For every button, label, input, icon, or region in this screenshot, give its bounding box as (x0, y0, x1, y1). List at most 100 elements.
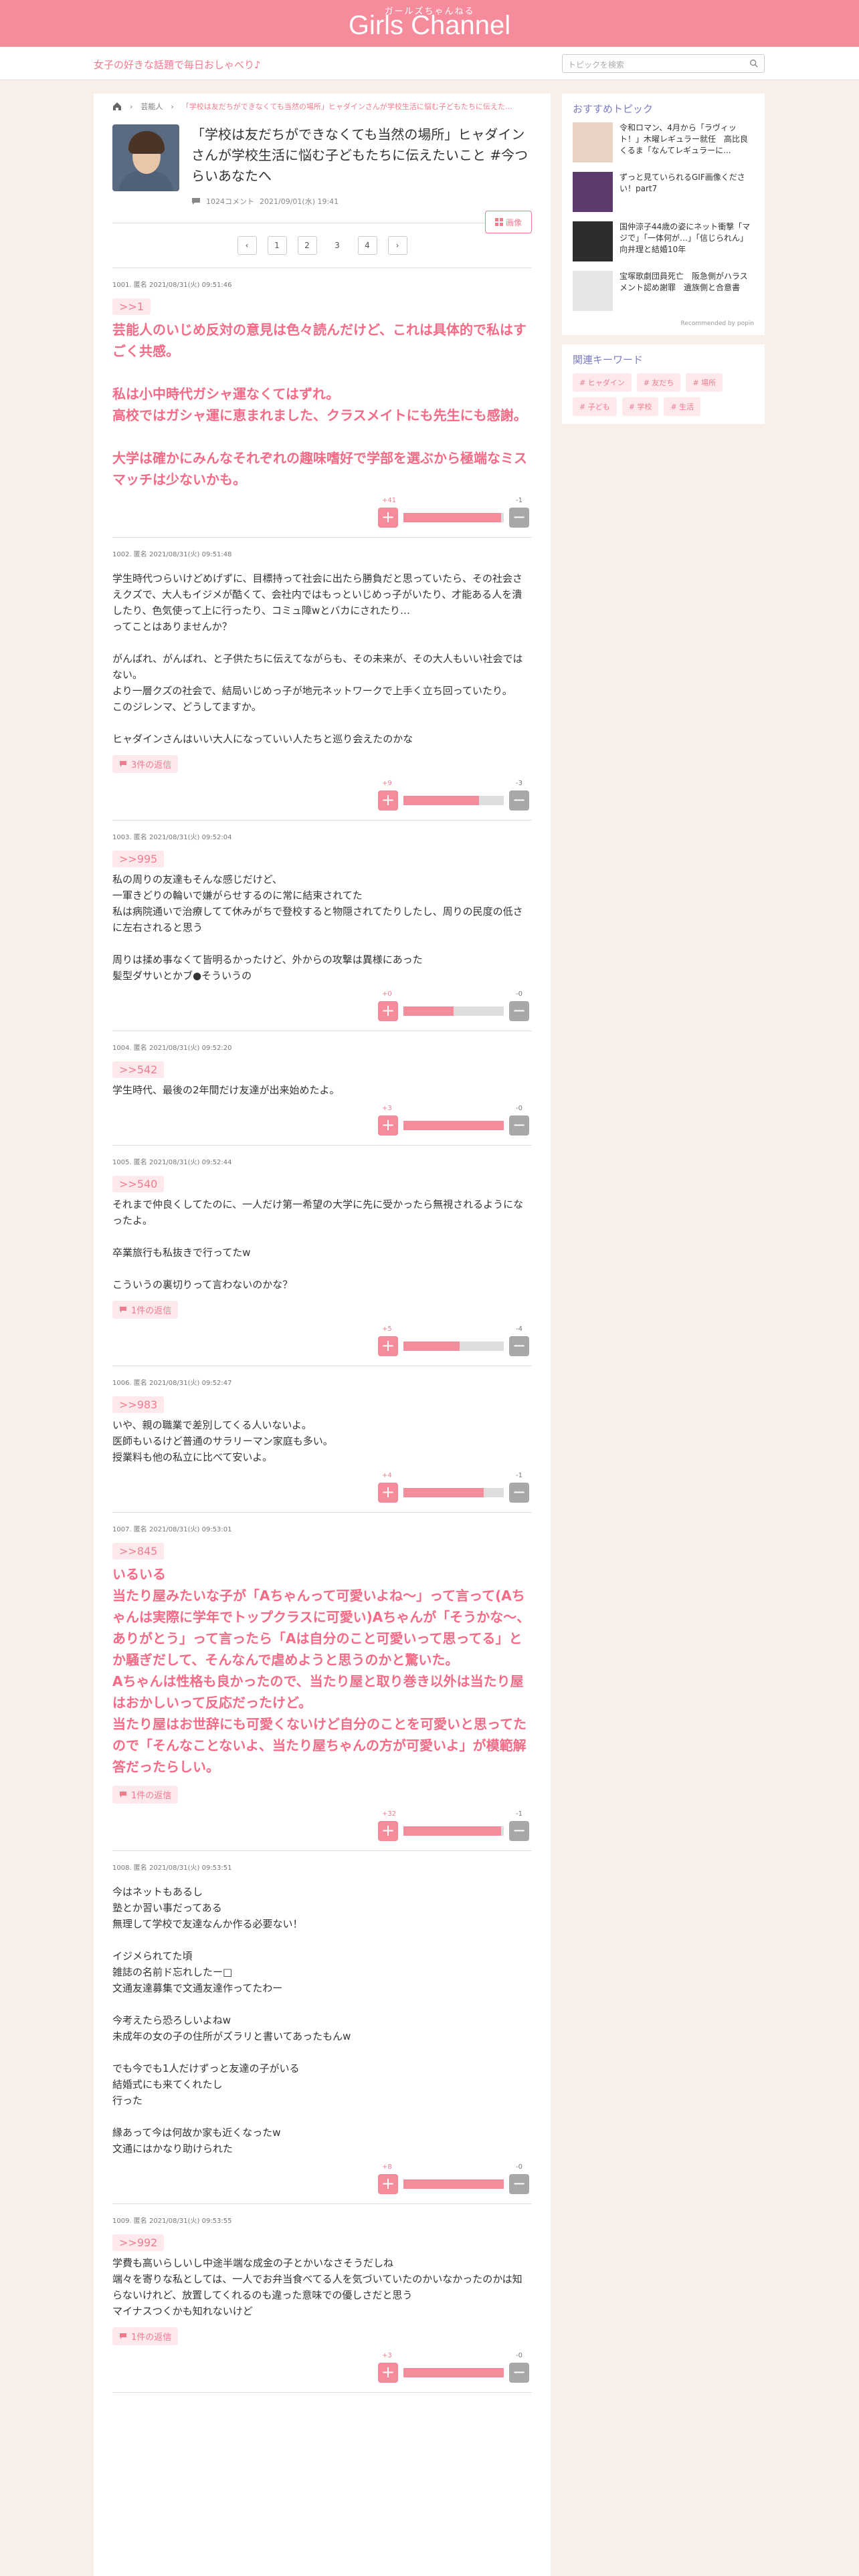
vote-area: +9 -3 + − (112, 780, 532, 811)
plus-button[interactable]: + (378, 790, 398, 811)
anchor-link[interactable]: >>542 (112, 1061, 165, 1078)
reply-button[interactable]: 1件の返信 (112, 2327, 179, 2345)
powered-by: Recommended by popin (573, 320, 755, 327)
minus-button[interactable]: − (509, 1336, 529, 1356)
recommend-text[interactable]: ずっと見ていられるGIF画像ください！part7 (619, 172, 754, 212)
vote-bar-fill (403, 796, 479, 805)
comment-text: 学生時代、最後の2年間だけ友達が出来始めたよ。 (112, 1084, 340, 1096)
minus-button[interactable]: − (509, 1821, 529, 1841)
plus-count: +3 (382, 2352, 392, 2359)
minus-count: -1 (516, 1810, 522, 1818)
tagline: 女子の好きな話題で毎日おしゃべり♪ (94, 59, 261, 71)
recommend-text[interactable]: 国仲涼子44歳の姿にネット衝撃「マジで」「一体何が…」「信じられん」向井理と結婚… (619, 221, 754, 261)
minus-button[interactable]: − (509, 2363, 529, 2383)
plus-button[interactable]: + (378, 1336, 398, 1356)
minus-count: -0 (516, 2163, 522, 2171)
sub-header: 女子の好きな話題で毎日おしゃべり♪ トピックを検索 (0, 47, 859, 80)
plus-button[interactable]: + (378, 2363, 398, 2383)
plus-button[interactable]: + (378, 1821, 398, 1841)
vote-bar (403, 1826, 504, 1836)
anchor-link[interactable]: >>1 (112, 298, 151, 315)
reply-button[interactable]: 3件の返信 (112, 755, 179, 773)
anchor-link[interactable]: >>540 (112, 1176, 165, 1192)
comment-text: 学生時代つらいけどめげずに、目標持って社会に出たら勝負だと思っていたら、その社会… (112, 572, 523, 745)
recommend-item[interactable]: ずっと見ていられるGIF画像ください！part7 (573, 172, 754, 212)
plus-count: +8 (382, 2163, 392, 2171)
keyword-tag[interactable]: # 生活 (664, 397, 701, 416)
keyword-tag[interactable]: # 場所 (686, 373, 723, 392)
minus-button[interactable]: − (509, 508, 529, 528)
minus-button[interactable]: − (509, 1001, 529, 1021)
comment-text: 私の周りの友達もそんな感じだけど、 一軍きどりの輪いで嫌がらせするのに常に結束さ… (112, 873, 523, 982)
site-header: ガールズちゃんねる Girls Channel (0, 0, 859, 47)
popin-logo[interactable]: popin (737, 320, 754, 327)
image-button[interactable]: 画像 (485, 211, 532, 233)
breadcrumb: › 芸能人 › 「学校は友だちができなくても当然の場所」ヒャダインさんが学校生活… (112, 94, 532, 119)
plus-count: +41 (382, 497, 397, 504)
plus-count: +9 (382, 780, 392, 787)
page-2[interactable]: 2 (297, 236, 317, 255)
comment-icon (120, 1792, 126, 1798)
comment-header: 1007. 匿名 2021/08/31(火) 09:53:01 (112, 1526, 232, 1533)
page-4[interactable]: 4 (357, 236, 377, 255)
plus-button[interactable]: + (378, 1115, 398, 1136)
minus-button[interactable]: − (509, 790, 529, 811)
home-icon[interactable] (112, 102, 122, 111)
vote-bar (403, 2368, 504, 2377)
comment: 1004. 匿名 2021/08/31(火) 09:52:20 >>542 学生時代… (112, 1031, 532, 1146)
comment-header: 1005. 匿名 2021/08/31(火) 09:52:44 (112, 1159, 232, 1166)
recommend-text[interactable]: 令和ロマン、4月から「ラヴィット！」木曜レギュラー就任 高比良くるま「なんてレギ… (619, 122, 754, 163)
minus-button[interactable]: − (509, 1115, 529, 1136)
site-logo[interactable]: Girls Channel (0, 11, 859, 41)
comment: 1009. 匿名 2021/08/31(火) 09:53:55 >>992 学費も高… (112, 2204, 532, 2393)
reply-button[interactable]: 1件の返信 (112, 1786, 179, 1804)
anchor-link[interactable]: >>992 (112, 2234, 165, 2251)
search-input[interactable]: トピックを検索 (562, 54, 765, 73)
vote-bar (403, 796, 504, 805)
comment-header: 1004. 匿名 2021/08/31(火) 09:52:20 (112, 1045, 232, 1052)
comment-header: 1002. 匿名 2021/08/31(火) 09:51:48 (112, 551, 232, 558)
anchor-link[interactable]: >>845 (112, 1543, 165, 1560)
vote-bar (403, 1488, 504, 1497)
comment: 1003. 匿名 2021/08/31(火) 09:52:04 >>995 私の周り… (112, 821, 532, 1031)
search-icon[interactable] (749, 59, 759, 68)
anchor-link[interactable]: >>983 (112, 1396, 165, 1413)
keyword-tag[interactable]: # ヒャダイン (573, 373, 632, 392)
plus-button[interactable]: + (378, 1483, 398, 1503)
keyword-tag[interactable]: # 友だち (636, 373, 681, 392)
plus-button[interactable]: + (378, 1001, 398, 1021)
topic-meta: 1024コメント 2021/09/01(水) 19:41 (191, 196, 532, 207)
page-3: 3 (335, 241, 340, 250)
recommend-text[interactable]: 宝塚歌劇団員死亡 阪急側がハラスメント認め謝罪 遺族側と合意書 (619, 271, 754, 311)
page-1[interactable]: 1 (267, 236, 287, 255)
recommend-title: おすすめトピック (573, 103, 654, 115)
recommend-item[interactable]: 国仲涼子44歳の姿にネット衝撃「マジで」「一体何が…」「信じられん」向井理と結婚… (573, 221, 754, 261)
vote-bar-fill (403, 1488, 484, 1497)
recommend-item[interactable]: 令和ロマン、4月から「ラヴィット！」木曜レギュラー就任 高比良くるま「なんてレギ… (573, 122, 754, 163)
main-content: › 芸能人 › 「学校は友だちができなくても当然の場所」ヒャダインさんが学校生活… (94, 94, 551, 2576)
minus-count: -0 (516, 2352, 522, 2359)
plus-button[interactable]: + (378, 508, 398, 528)
search-placeholder: トピックを検索 (568, 60, 625, 70)
vote-area: +5 -4 + − (112, 1325, 532, 1356)
comment: 1007. 匿名 2021/08/31(火) 09:53:01 >>845 いるいる… (112, 1513, 532, 1851)
powered-by-label: Recommended by (680, 320, 735, 327)
vote-bar (403, 1341, 504, 1351)
anchor-link[interactable]: >>995 (112, 851, 165, 867)
vote-bar-fill (403, 1826, 501, 1836)
minus-button[interactable]: − (509, 1483, 529, 1503)
keyword-tag[interactable]: # 子ども (573, 397, 617, 416)
plus-button[interactable]: + (378, 2174, 398, 2194)
minus-button[interactable]: − (509, 2174, 529, 2194)
minus-count: -0 (516, 1105, 522, 1112)
vote-bar (403, 2179, 504, 2189)
page-prev[interactable]: ‹ (237, 236, 257, 255)
reply-button[interactable]: 1件の返信 (112, 1301, 179, 1319)
breadcrumb-category[interactable]: 芸能人 (140, 101, 163, 112)
comment-icon (120, 761, 126, 767)
page-next[interactable]: › (387, 236, 407, 255)
vote-bar-fill (403, 513, 501, 522)
recommend-item[interactable]: 宝塚歌劇団員死亡 阪急側がハラスメント認め謝罪 遺族側と合意書 (573, 271, 754, 311)
vote-bar-fill (403, 1006, 454, 1016)
keyword-tag[interactable]: # 学校 (622, 397, 659, 416)
